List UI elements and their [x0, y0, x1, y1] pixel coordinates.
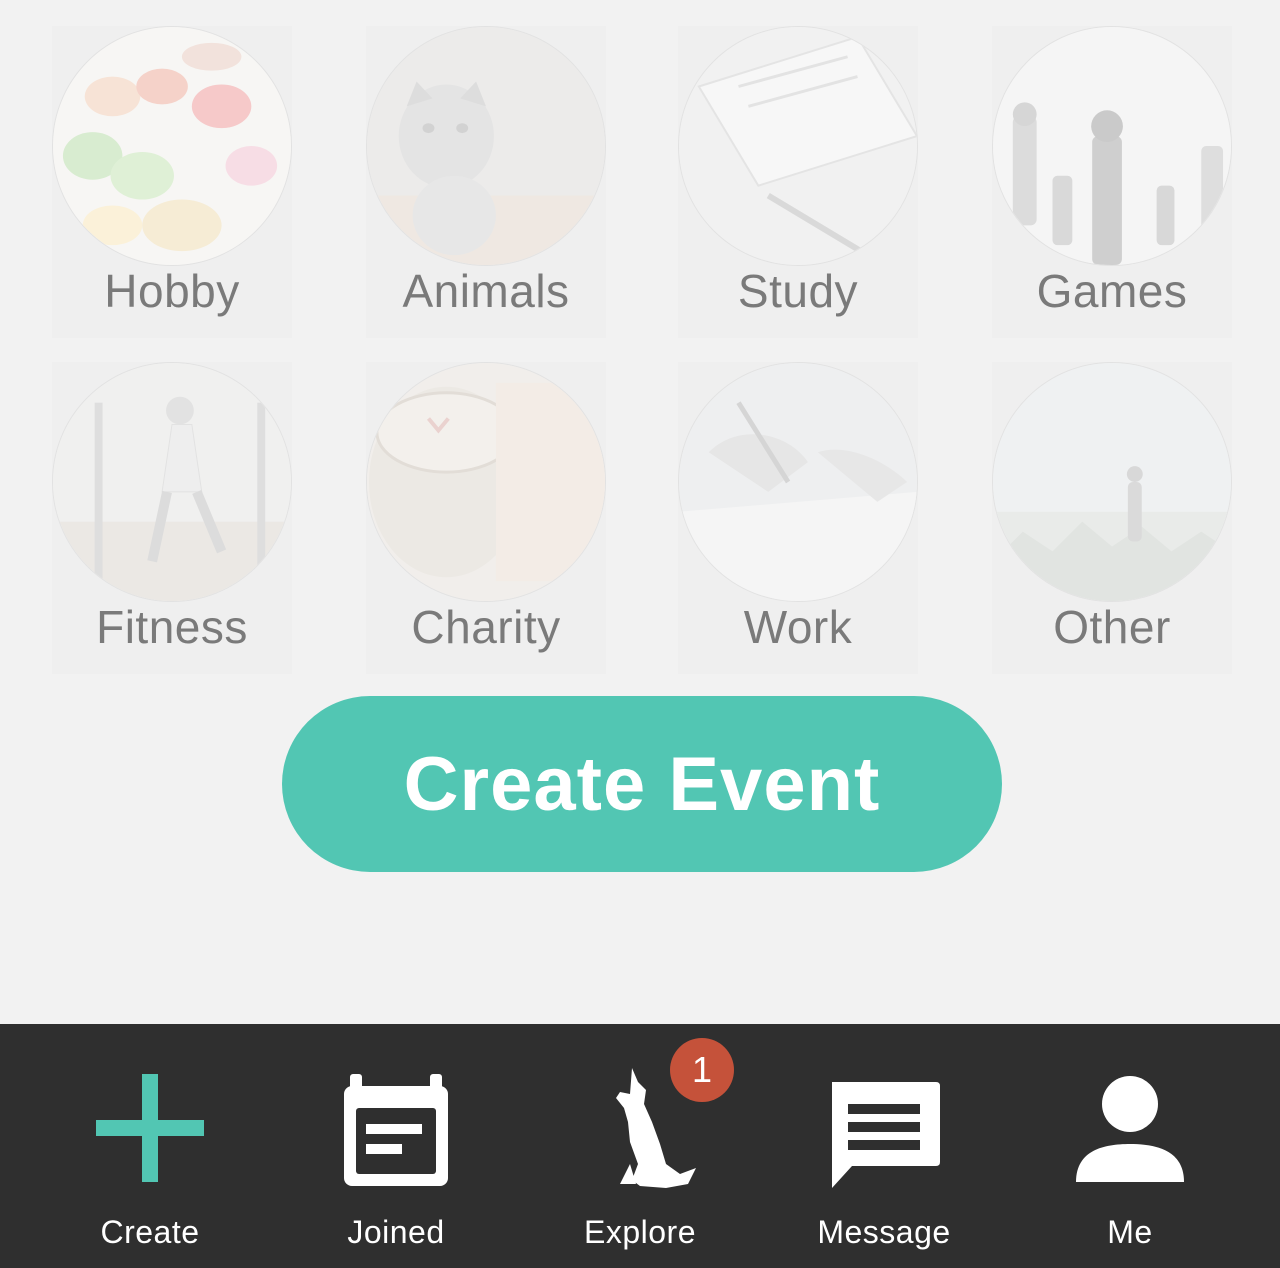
notebook-pen-image [678, 26, 918, 266]
kitten-image [366, 26, 606, 266]
misty-landscape-image [992, 362, 1232, 602]
tab-label: Explore [584, 1214, 696, 1250]
tab-me[interactable]: Me [1030, 1024, 1230, 1268]
tab-label: Message [817, 1214, 951, 1250]
create-event-screen: Hobby Animals Study Games Fitness Charit… [0, 0, 1280, 1268]
tab-create[interactable]: Create [50, 1024, 250, 1268]
category-fitness[interactable]: Fitness [52, 362, 292, 674]
category-hobby[interactable]: Hobby [52, 26, 292, 338]
category-label: Games [1036, 265, 1188, 317]
category-games[interactable]: Games [992, 26, 1232, 338]
category-label: Animals [402, 265, 570, 317]
explore-notification-badge: 1 [670, 1038, 734, 1102]
category-label: Study [737, 265, 859, 317]
charity-jar-image [366, 362, 606, 602]
category-animals[interactable]: Animals [366, 26, 606, 338]
category-label: Other [1053, 601, 1171, 653]
chess-pieces-image [992, 26, 1232, 266]
category-label: Hobby [104, 265, 240, 317]
category-other[interactable]: Other [992, 362, 1232, 674]
tab-label: Me [1107, 1214, 1153, 1250]
bottom-tab-bar: Create Joined Explore Message Me [0, 1024, 1280, 1268]
message-icon [824, 1064, 944, 1194]
category-label: Fitness [96, 601, 248, 653]
writing-hand-image [678, 362, 918, 602]
tab-label: Joined [347, 1214, 445, 1250]
tab-label: Create [100, 1214, 200, 1250]
category-label: Work [743, 601, 853, 653]
paint-palette-image [52, 26, 292, 266]
calendar-icon [336, 1064, 456, 1194]
category-charity[interactable]: Charity [366, 362, 606, 674]
create-event-button[interactable]: Create Event [282, 696, 1002, 872]
person-icon [1070, 1064, 1190, 1194]
category-label: Charity [411, 601, 561, 653]
plus-icon [90, 1064, 210, 1194]
tab-message[interactable]: Message [784, 1024, 984, 1268]
runner-image [52, 362, 292, 602]
category-work[interactable]: Work [678, 362, 918, 674]
tab-joined[interactable]: Joined [296, 1024, 496, 1268]
category-study[interactable]: Study [678, 26, 918, 338]
